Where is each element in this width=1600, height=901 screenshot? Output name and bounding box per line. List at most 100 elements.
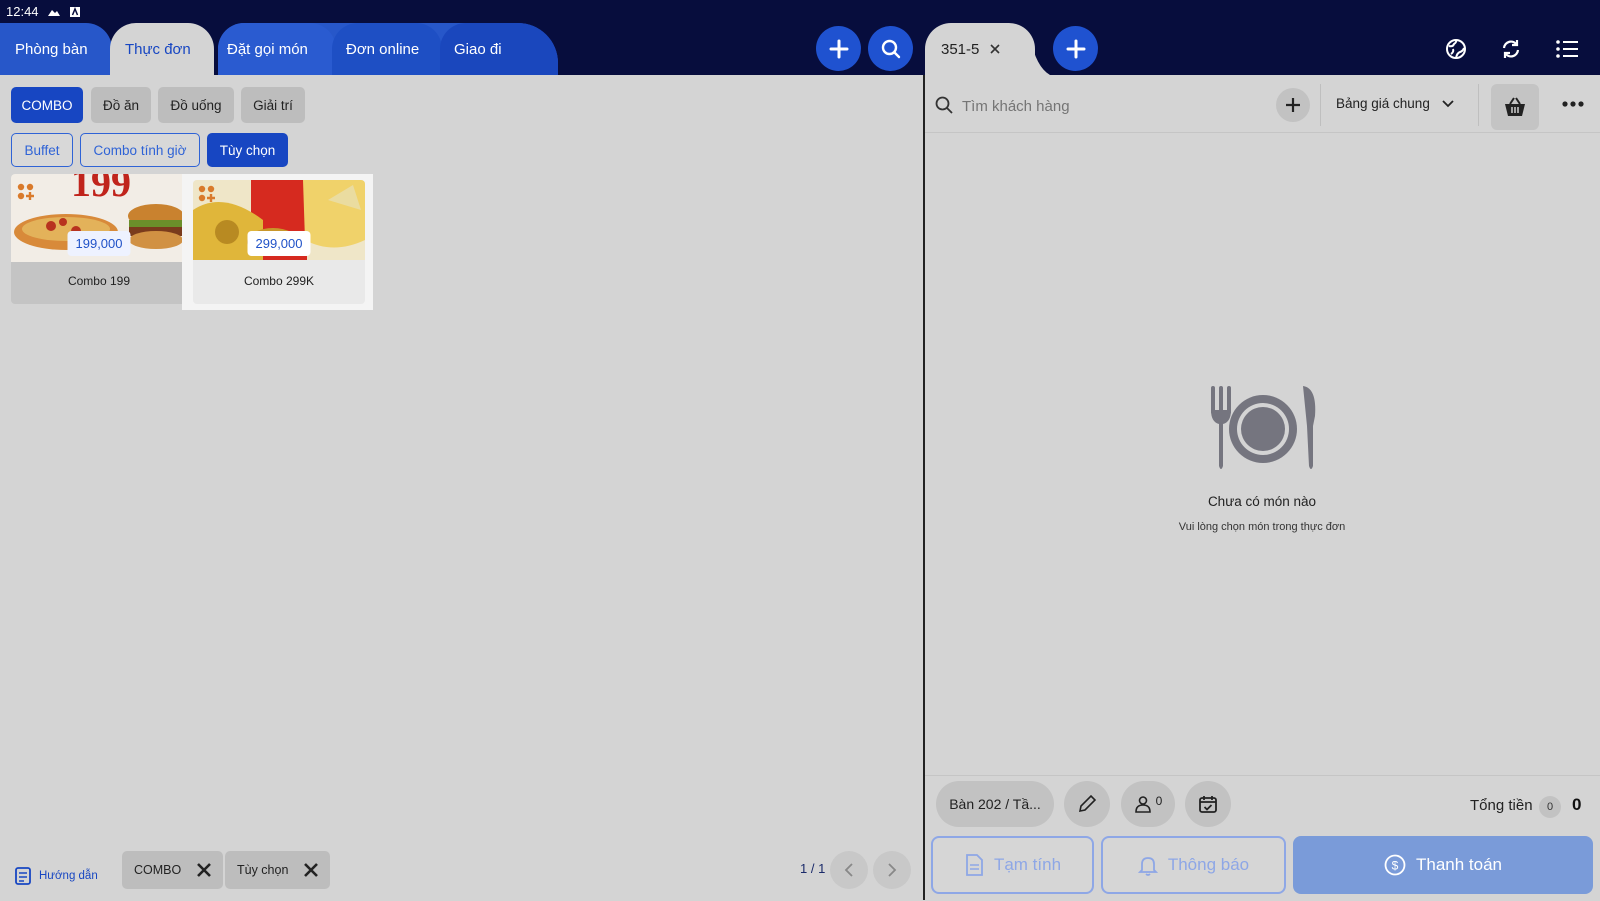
chevron-down-icon	[1442, 99, 1454, 107]
search-icon	[881, 39, 900, 58]
pay-button[interactable]: $ Thanh toán	[1293, 836, 1593, 894]
category-do-uong[interactable]: Đồ uống	[158, 87, 234, 123]
category-label: COMBO	[21, 97, 73, 113]
guide-book-icon	[15, 867, 31, 885]
app-notification-icon	[69, 6, 83, 18]
subcategory-buffet[interactable]: Buffet	[11, 133, 73, 167]
add-customer-button[interactable]	[1276, 88, 1310, 122]
category-combo[interactable]: COMBO	[11, 87, 83, 123]
tab-thuc-don[interactable]: Thực đơn	[110, 23, 214, 75]
pencil-icon	[1078, 794, 1097, 813]
product-image-text: 199	[71, 174, 131, 205]
total-label: Tổng tiền	[1470, 797, 1533, 814]
subcategory-label: Buffet	[24, 142, 60, 158]
search-button[interactable]	[868, 26, 913, 71]
more-options-icon[interactable]	[1562, 101, 1584, 107]
notify-label: Thông báo	[1167, 855, 1250, 874]
globe-icon[interactable]	[1445, 38, 1467, 60]
category-label: Đồ ăn	[102, 97, 140, 113]
plus-icon	[1066, 39, 1085, 58]
filter-chip-label: COMBO	[134, 863, 182, 877]
tab-phong-ban[interactable]: Phòng bàn	[0, 23, 112, 75]
order-tab-label: 351-5	[941, 40, 980, 58]
subcategory-label: Tùy chọn	[219, 142, 276, 158]
empty-state-title: Chưa có món nào	[1207, 494, 1317, 509]
menu-list-icon[interactable]	[1556, 39, 1578, 59]
product-price: 299,000	[247, 231, 311, 256]
notify-button[interactable]: Thông báo	[1101, 836, 1286, 894]
draft-bill-label: Tạm tính	[993, 855, 1062, 874]
guest-count-button[interactable]: 0	[1121, 781, 1175, 827]
empty-dish-icon	[1207, 386, 1319, 472]
combo-icon	[17, 183, 35, 201]
calendar-check-icon	[1199, 796, 1217, 813]
plus-icon	[1286, 98, 1300, 112]
product-price: 199,000	[67, 231, 131, 256]
filter-chip-combo[interactable]: COMBO	[122, 851, 224, 889]
document-icon	[966, 854, 983, 876]
remove-filter-icon	[304, 863, 319, 877]
edit-button[interactable]	[1064, 781, 1110, 827]
table-label: Bàn 202 / Tầ...	[949, 796, 1041, 812]
cloud-icon	[47, 6, 61, 18]
category-label: Đồ uống	[170, 97, 222, 113]
basket-button[interactable]	[1491, 84, 1539, 130]
separator	[1320, 84, 1321, 126]
filter-chip-label: Tùy chọn	[237, 863, 289, 877]
total-value: 0	[1572, 795, 1582, 814]
total-qty-badge: 0	[1539, 796, 1561, 818]
table-selector[interactable]: Bàn 202 / Tầ...	[936, 781, 1054, 827]
empty-state-subtitle: Vui lòng chọn món trong thực đơn	[1178, 521, 1346, 533]
tab-label: Giao đi	[454, 40, 502, 58]
next-page-button[interactable]	[873, 851, 911, 889]
basket-icon	[1505, 97, 1525, 116]
order-tab-tail	[1030, 37, 1050, 75]
add-order-button[interactable]	[1053, 26, 1098, 71]
tab-dat-goi-mon[interactable]: Đặt gọi món	[218, 23, 336, 75]
separator	[1478, 84, 1479, 126]
subcategory-combo-tinh-gio[interactable]: Combo tính giờ	[80, 133, 200, 167]
order-tab[interactable]: 351-5	[925, 23, 1035, 75]
guide-link[interactable]: Hướng dẫn	[14, 866, 98, 886]
subcategory-label: Combo tính giờ	[93, 142, 187, 158]
product-name: Combo 199	[67, 274, 131, 288]
product-card-combo-199[interactable]: 199 199,000 Combo 199	[11, 174, 187, 304]
guide-label: Hướng dẫn	[39, 870, 98, 882]
sync-icon[interactable]	[1500, 38, 1522, 60]
dollar-circle-icon: $	[1384, 854, 1406, 876]
tab-giao-di[interactable]: Giao đi	[440, 23, 558, 75]
bell-icon	[1137, 857, 1158, 876]
subcategory-tuy-chon[interactable]: Tùy chọn	[207, 133, 288, 167]
close-icon	[990, 44, 1000, 54]
tab-label: Đơn online	[346, 40, 420, 58]
status-bar: 12:44	[6, 4, 83, 19]
tab-label: Phòng bàn	[15, 40, 88, 58]
customer-search-input[interactable]	[960, 92, 1274, 120]
schedule-button[interactable]	[1185, 781, 1231, 827]
tab-label: Đặt gọi món	[227, 40, 308, 58]
status-time: 12:44	[6, 4, 39, 19]
remove-filter-icon	[197, 863, 212, 877]
filter-chip-tuy-chon[interactable]: Tùy chọn	[225, 851, 331, 889]
pagination-label: 1 / 1	[800, 861, 826, 876]
prev-page-button[interactable]	[830, 851, 868, 889]
category-do-an[interactable]: Đồ ăn	[91, 87, 151, 123]
draft-bill-button[interactable]: Tạm tính	[931, 836, 1094, 894]
guest-count: 0	[1155, 794, 1163, 808]
combo-icon	[198, 185, 216, 203]
person-icon	[1134, 796, 1151, 813]
price-list-select[interactable]: Bảng giá chung	[1336, 96, 1454, 111]
product-card-combo-299k[interactable]: 299,000 Combo 299K	[193, 180, 365, 304]
svg-text:$: $	[1392, 859, 1399, 873]
plus-icon	[829, 39, 848, 58]
add-button[interactable]	[816, 26, 861, 71]
price-list-label: Bảng giá chung	[1336, 96, 1430, 111]
chevron-left-icon	[844, 863, 853, 877]
tab-don-online[interactable]: Đơn online	[332, 23, 442, 75]
product-name: Combo 299K	[243, 274, 315, 288]
category-giai-tri[interactable]: Giải trí	[241, 87, 305, 123]
search-icon	[934, 95, 954, 115]
category-label: Giải trí	[253, 97, 293, 113]
tab-label: Thực đơn	[125, 40, 191, 58]
chevron-right-icon	[888, 863, 897, 877]
